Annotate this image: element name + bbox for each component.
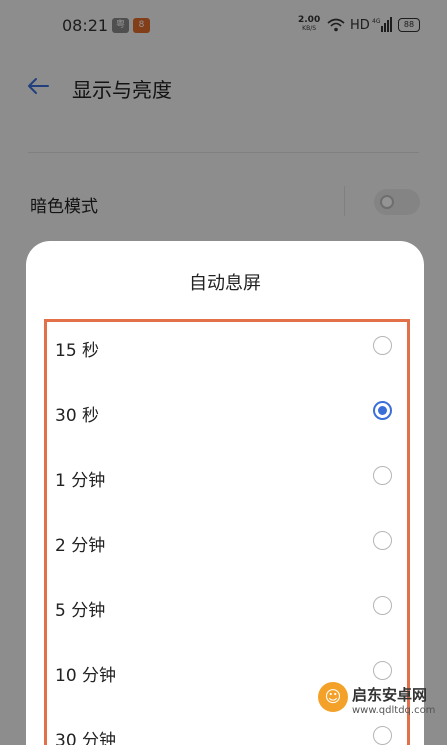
option-5-minutes[interactable]: 5 分钟 xyxy=(26,574,424,639)
radio-button[interactable] xyxy=(373,466,392,485)
option-label: 30 分钟 xyxy=(55,731,117,745)
dialog-title: 自动息屏 xyxy=(189,273,261,294)
watermark-text: 启东安卓网 xyxy=(352,686,428,704)
site-watermark: ☺ 启东安卓网 www.qdltdq.com xyxy=(318,678,447,745)
auto-screen-off-dialog: 自动息屏 15 秒 30 秒 1 分钟 2 分钟 5 分钟 10 分钟 30 分… xyxy=(26,241,424,745)
option-label: 15 秒 xyxy=(55,341,100,361)
option-label: 1 分钟 xyxy=(55,471,106,491)
option-label: 5 分钟 xyxy=(55,601,106,621)
option-30-seconds[interactable]: 30 秒 xyxy=(26,379,424,444)
radio-button[interactable] xyxy=(373,596,392,615)
watermark-url: www.qdltdq.com xyxy=(352,705,436,716)
option-1-minute[interactable]: 1 分钟 xyxy=(26,444,424,509)
option-label: 2 分钟 xyxy=(55,536,106,556)
radio-button[interactable] xyxy=(373,531,392,550)
option-15-seconds[interactable]: 15 秒 xyxy=(26,314,424,379)
watermark-logo-icon: ☺ xyxy=(318,682,348,712)
option-2-minutes[interactable]: 2 分钟 xyxy=(26,509,424,574)
option-label: 10 分钟 xyxy=(55,666,117,686)
radio-button[interactable] xyxy=(373,401,392,420)
option-label: 30 秒 xyxy=(55,406,100,426)
radio-button[interactable] xyxy=(373,336,392,355)
